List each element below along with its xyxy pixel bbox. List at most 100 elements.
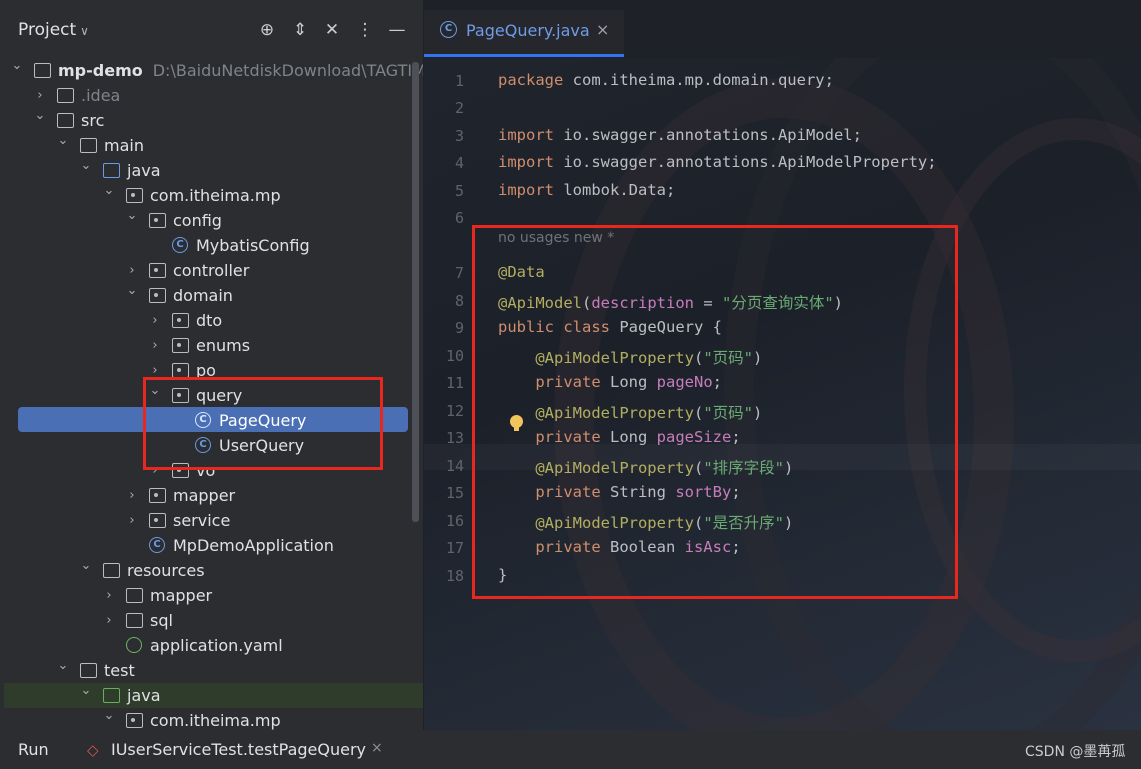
tree-item-label: main bbox=[104, 136, 144, 155]
line-number: 10 bbox=[445, 347, 464, 365]
chevron-down-icon[interactable]: ⌄ bbox=[125, 278, 139, 303]
package-icon bbox=[172, 313, 189, 328]
tree-item-domain[interactable]: ⌄ domain bbox=[0, 283, 423, 308]
minimize-icon[interactable]: — bbox=[386, 19, 408, 41]
chevron-down-icon[interactable]: ⌄ bbox=[33, 103, 47, 128]
chevron-right-icon[interactable]: › bbox=[125, 508, 139, 533]
line-number: 6 bbox=[454, 209, 464, 227]
editor-tab-bar: C PageQuery.java × bbox=[424, 0, 1141, 58]
tree-item-label: java bbox=[127, 161, 161, 180]
tree-item-config[interactable]: ⌄ config bbox=[0, 208, 423, 233]
tree-item--idea[interactable]: › .idea bbox=[0, 83, 423, 108]
chevron-down-icon[interactable]: ⌄ bbox=[79, 678, 93, 703]
tree-item-label: .idea bbox=[81, 86, 121, 105]
chevron-right-icon[interactable]: › bbox=[125, 483, 139, 508]
package-icon bbox=[172, 363, 189, 378]
tree-item-label: sql bbox=[150, 611, 173, 630]
package-icon bbox=[149, 513, 166, 528]
code-line[interactable]: package com.itheima.mp.domain.query; bbox=[498, 71, 834, 89]
tree-item-mapper[interactable]: › mapper bbox=[0, 583, 423, 608]
tree-item-label: mapper bbox=[150, 586, 213, 605]
chevron-down-icon[interactable]: ⌄ bbox=[56, 128, 70, 153]
tree-item-label: service bbox=[173, 511, 231, 530]
line-number: 2 bbox=[454, 99, 464, 117]
class-icon: C bbox=[172, 237, 188, 253]
chevron-down-icon[interactable]: ⌄ bbox=[79, 553, 93, 578]
code-line[interactable]: import io.swagger.annotations.ApiModelPr… bbox=[498, 153, 937, 171]
code-line[interactable]: import io.swagger.annotations.ApiModel; bbox=[498, 126, 862, 144]
tree-item-label: src bbox=[81, 111, 105, 130]
line-number: 1 bbox=[454, 72, 464, 90]
tab-label: PageQuery.java bbox=[466, 21, 590, 40]
tree-item-mp-demo[interactable]: ⌄ mp-demo D:\BaiduNetdiskDownload\TAGTIME bbox=[0, 58, 423, 83]
tree-item-label: domain bbox=[173, 286, 233, 305]
package-icon bbox=[149, 263, 166, 278]
tree-item-label: com.itheima.mp bbox=[150, 186, 281, 205]
folder-icon bbox=[80, 663, 97, 678]
source-folder-icon bbox=[103, 163, 120, 178]
chevron-right-icon[interactable]: › bbox=[148, 308, 162, 333]
chevron-down-icon[interactable]: ⌄ bbox=[102, 178, 116, 203]
chevron-down-icon[interactable]: ⌄ bbox=[56, 653, 70, 678]
line-number: 7 bbox=[454, 264, 464, 282]
chevron-down-icon[interactable]: ⌄ bbox=[102, 703, 116, 728]
code-editor[interactable]: 1 package com.itheima.mp.domain.query; 2 3 i… bbox=[424, 58, 1141, 730]
tree-item-label: java bbox=[127, 686, 161, 705]
chevron-down-icon[interactable]: ⌄ bbox=[125, 203, 139, 228]
expand-all-icon[interactable]: ⇕ bbox=[289, 19, 311, 41]
chevron-right-icon[interactable]: › bbox=[102, 583, 116, 608]
module-path: D:\BaiduNetdiskDownload\TAGTIME bbox=[152, 61, 423, 80]
tree-item-resources[interactable]: ⌄ resources bbox=[0, 558, 423, 583]
line-number: 8 bbox=[454, 292, 464, 310]
more-options-icon[interactable]: ⋮ bbox=[354, 19, 376, 41]
tree-item-test[interactable]: ⌄ test bbox=[0, 658, 423, 683]
project-header: Project ∨ ⊕ ⇕ ✕ ⋮ — bbox=[0, 0, 423, 62]
collapse-all-icon[interactable]: ✕ bbox=[321, 19, 343, 41]
tree-item-mapper[interactable]: › mapper bbox=[0, 483, 423, 508]
highlight-box-query-package bbox=[143, 377, 383, 470]
chevron-right-icon[interactable]: › bbox=[102, 608, 116, 633]
tree-item-sql[interactable]: › sql bbox=[0, 608, 423, 633]
tree-item-mpdemoapplication[interactable]: C MpDemoApplication bbox=[0, 533, 423, 558]
class-icon: C bbox=[440, 21, 457, 38]
line-number: 3 bbox=[454, 127, 464, 145]
tree-item-mybatisconfig[interactable]: C MybatisConfig bbox=[0, 233, 423, 258]
close-run-tab-icon[interactable]: × bbox=[371, 740, 383, 756]
line-number: 14 bbox=[445, 457, 464, 475]
run-label[interactable]: Run bbox=[18, 740, 49, 759]
chevron-right-icon[interactable]: › bbox=[148, 333, 162, 358]
project-view-selector[interactable]: Project ∨ bbox=[18, 20, 89, 40]
yaml-file-icon bbox=[126, 637, 142, 653]
tree-item-dto[interactable]: › dto bbox=[0, 308, 423, 333]
chevron-down-icon[interactable]: ⌄ bbox=[10, 53, 24, 78]
tree-item-enums[interactable]: › enums bbox=[0, 333, 423, 358]
tree-item-com-itheima-mp[interactable]: ⌄ com.itheima.mp bbox=[0, 708, 423, 730]
module-icon bbox=[34, 63, 51, 78]
tree-item-main[interactable]: ⌄ main bbox=[0, 133, 423, 158]
crosshair-icon[interactable]: ⊕ bbox=[256, 19, 278, 41]
tree-item-controller[interactable]: › controller bbox=[0, 258, 423, 283]
package-icon bbox=[172, 338, 189, 353]
tree-item-java[interactable]: ⌄ java bbox=[0, 158, 423, 183]
folder-icon bbox=[57, 88, 74, 103]
package-icon bbox=[149, 488, 166, 503]
tab-pagequery-java[interactable]: C PageQuery.java × bbox=[424, 10, 624, 57]
chevron-down-icon: ∨ bbox=[80, 24, 89, 38]
tree-item-service[interactable]: › service bbox=[0, 508, 423, 533]
close-tab-icon[interactable]: × bbox=[596, 20, 609, 39]
resources-folder-icon bbox=[103, 563, 120, 578]
tree-item-java[interactable]: ⌄ java bbox=[0, 683, 423, 708]
tree-item-label: com.itheima.mp bbox=[150, 711, 281, 730]
code-line[interactable]: import lombok.Data; bbox=[498, 181, 675, 199]
tree-item-label: test bbox=[104, 661, 135, 680]
run-tab-label[interactable]: IUserServiceTest.testPageQuery bbox=[111, 740, 366, 759]
project-panel: Project ∨ ⊕ ⇕ ✕ ⋮ — ⌄ mp-demo D:\BaiduNetdi… bbox=[0, 0, 423, 730]
project-title: Project bbox=[18, 20, 77, 40]
tree-item-com-itheima-mp[interactable]: ⌄ com.itheima.mp bbox=[0, 183, 423, 208]
chevron-down-icon[interactable]: ⌄ bbox=[79, 153, 93, 178]
tree-scrollbar[interactable] bbox=[412, 62, 419, 522]
test-run-icon: ◇ bbox=[87, 741, 99, 759]
package-icon bbox=[149, 213, 166, 228]
package-icon bbox=[126, 188, 143, 203]
tree-item-label: controller bbox=[173, 261, 250, 280]
